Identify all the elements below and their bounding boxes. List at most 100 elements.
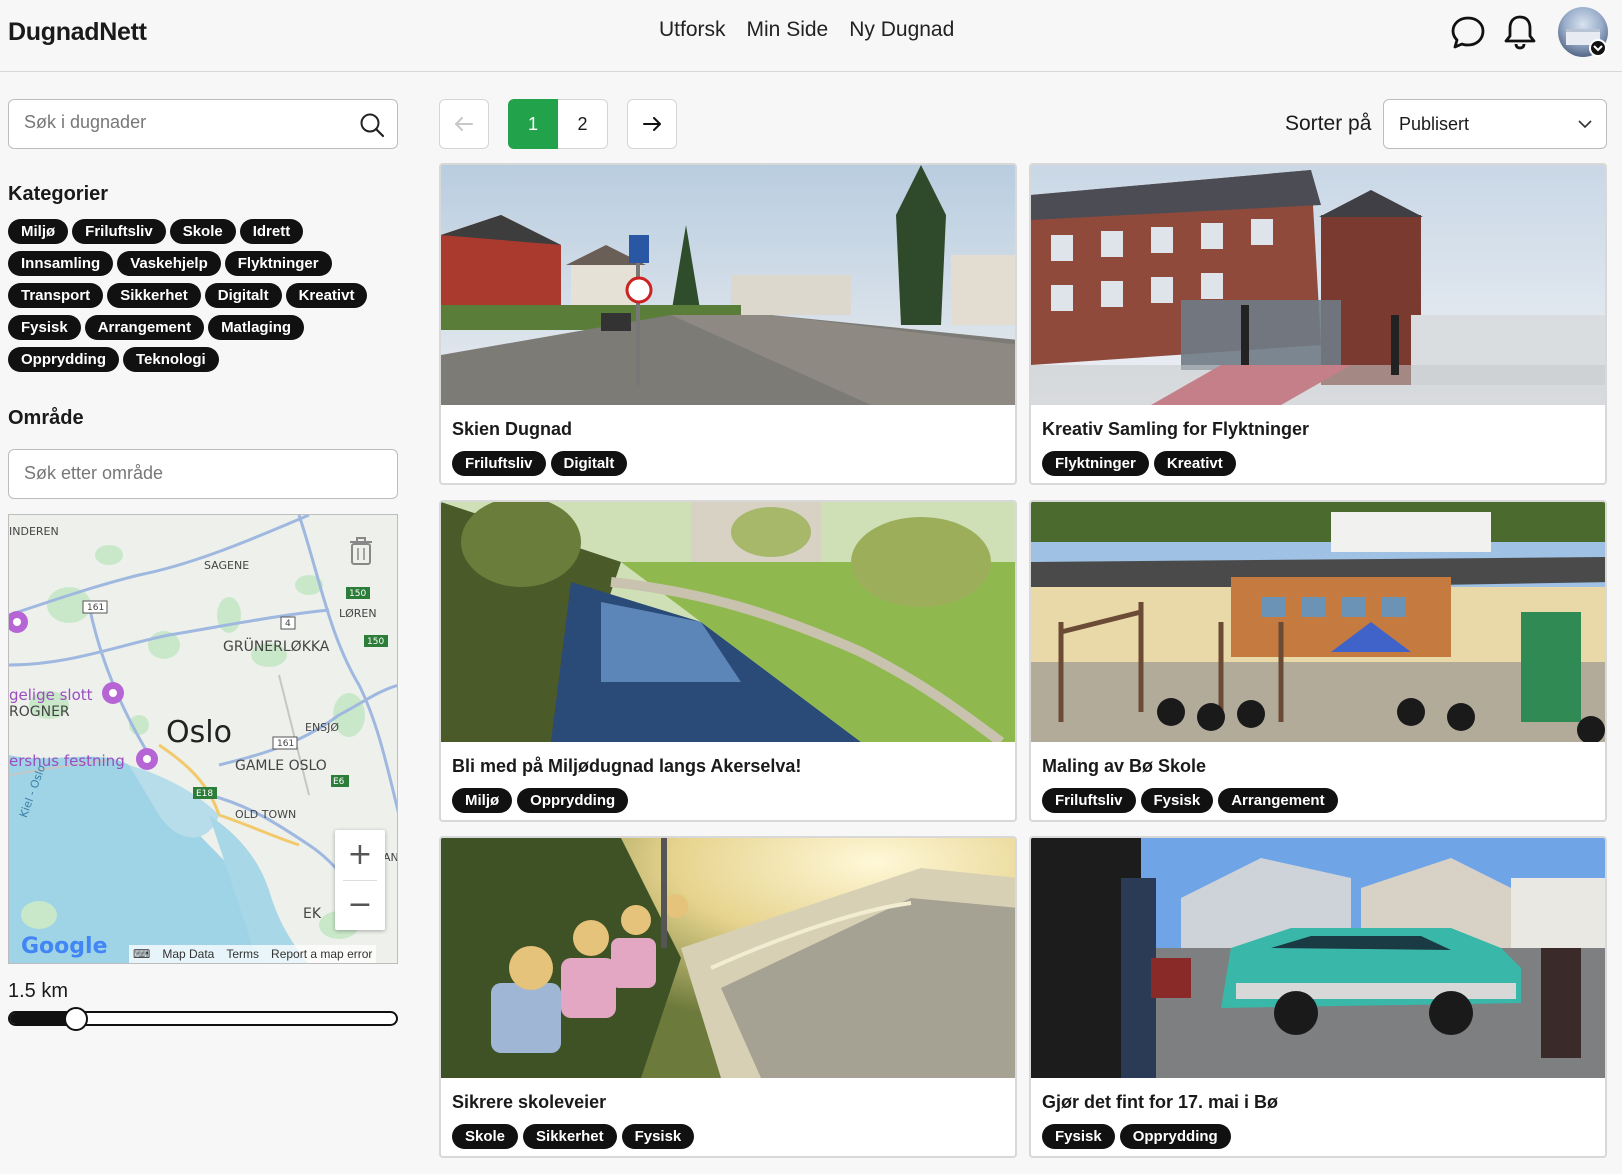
card-tags: Fysisk Opprydding	[1042, 1124, 1231, 1149]
category-chip-idrett[interactable]: Idrett	[239, 219, 304, 244]
map-label-slott: gelige slott	[9, 686, 93, 704]
card-tag: Friluftsliv	[452, 451, 546, 476]
prev-page-button[interactable]	[439, 99, 489, 149]
card-tag: Opprydding	[1119, 1124, 1231, 1149]
category-chip-opprydding[interactable]: Opprydding	[8, 347, 119, 372]
area-search	[8, 449, 398, 499]
trash-icon[interactable]	[349, 537, 373, 570]
keyboard-icon[interactable]: ⌨	[133, 947, 150, 961]
card-tag: Flyktninger	[1042, 451, 1149, 476]
dugnad-card[interactable]: Bli med på Miljødugnad langs Akerselva! …	[439, 500, 1017, 822]
category-list: Miljø Friluftsliv Skole Idrett Innsamlin…	[8, 219, 403, 372]
card-image	[441, 502, 1015, 742]
map-label-an: AN	[383, 851, 398, 864]
road-shield: 150	[367, 637, 385, 647]
category-chip-miljo[interactable]: Miljø	[8, 219, 69, 244]
card-tags: Miljø Opprydding	[452, 788, 629, 813]
map-label-old-town: OLD TOWN	[235, 808, 297, 821]
chevron-down-icon	[1578, 120, 1592, 129]
area-input[interactable]	[24, 463, 374, 484]
nav-utforsk[interactable]: Utforsk	[659, 18, 726, 42]
map-label-loren: LØREN	[339, 607, 377, 620]
area-heading: Område	[8, 407, 84, 429]
card-tags: Skole Sikkerhet Fysisk	[452, 1124, 695, 1149]
top-header: DugnadNett Utforsk Min Side Ny Dugnad	[0, 0, 1622, 72]
bell-icon[interactable]	[1500, 12, 1540, 52]
category-chip-friluftsliv[interactable]: Friluftsliv	[72, 219, 166, 244]
map-label-ek: EK	[303, 906, 322, 922]
card-tag: Kreativt	[1153, 451, 1236, 476]
map-label-gamle-oslo: GAMLE OSLO	[235, 758, 327, 774]
sort-select-value: Publisert	[1399, 114, 1470, 134]
search-input[interactable]	[24, 112, 344, 133]
dugnad-card[interactable]: Kreativ Samling for Flyktninger Flyktnin…	[1029, 163, 1607, 485]
category-chip-innsamling[interactable]: Innsamling	[8, 251, 114, 276]
zoom-out-button[interactable]: −	[335, 880, 385, 930]
nav-min-side[interactable]: Min Side	[747, 18, 829, 42]
dugnad-card[interactable]: Sikrere skoleveier Skole Sikkerhet Fysis…	[439, 836, 1017, 1158]
map-footer: ⌨ Map Data Terms Report a map error	[129, 945, 377, 963]
map-label-linderen: INDEREN	[9, 525, 59, 538]
card-title: Gjør det fint for 17. mai i Bø	[1042, 1092, 1279, 1112]
map-label-oslo: Oslo	[166, 715, 232, 750]
card-tag: Miljø	[452, 788, 513, 813]
map-terms-link[interactable]: Terms	[226, 947, 259, 961]
brand-logo[interactable]: DugnadNett	[8, 18, 147, 47]
category-chip-matlaging[interactable]: Matlaging	[208, 315, 305, 340]
card-image	[1031, 502, 1605, 742]
card-tags: Friluftsliv Digitalt	[452, 451, 628, 476]
card-image	[441, 165, 1015, 405]
dugnad-card[interactable]: Maling av Bø Skole Friluftsliv Fysisk Ar…	[1029, 500, 1607, 822]
card-title: Kreativ Samling for Flyktninger	[1042, 419, 1310, 439]
card-title: Maling av Bø Skole	[1042, 756, 1207, 776]
sort-select[interactable]: Publisert	[1383, 99, 1607, 149]
category-chip-arrangement[interactable]: Arrangement	[84, 315, 205, 340]
card-image	[1031, 165, 1605, 405]
road-shield: E6	[333, 777, 345, 787]
category-chip-fysisk[interactable]: Fysisk	[8, 315, 81, 340]
dugnad-card[interactable]: Skien Dugnad Friluftsliv Digitalt	[439, 163, 1017, 485]
category-chip-digitalt[interactable]: Digitalt	[204, 283, 282, 308]
card-image	[441, 838, 1015, 1078]
zoom-in-button[interactable]: +	[335, 830, 385, 880]
category-chip-kreativt[interactable]: Kreativt	[285, 283, 368, 308]
dugnad-search	[8, 99, 398, 149]
map-label-ensjo: ENSJØ	[305, 721, 340, 734]
sort-label: Sorter på	[1285, 112, 1372, 135]
card-tag: Sikkerhet	[523, 1124, 617, 1149]
area-map[interactable]: INDEREN SAGENE LØREN GRÜNERLØKKA gelige …	[8, 514, 398, 964]
category-chip-sikkerhet[interactable]: Sikkerhet	[107, 283, 201, 308]
map-label-grunerlokka: GRÜNERLØKKA	[223, 639, 330, 655]
card-image	[1031, 838, 1605, 1078]
map-data-link[interactable]: Map Data	[162, 947, 214, 961]
search-icon[interactable]	[359, 112, 385, 143]
road-shield: E18	[196, 789, 214, 799]
card-tags: Friluftsliv Fysisk Arrangement	[1042, 788, 1338, 813]
category-chip-vaskehjelp[interactable]: Vaskehjelp	[117, 251, 221, 276]
page-button-1[interactable]: 1	[508, 99, 558, 149]
card-tags: Flyktninger Kreativt	[1042, 451, 1236, 476]
google-logo-text: Google	[21, 934, 108, 959]
card-tag: Friluftsliv	[1042, 788, 1136, 813]
road-shield: 150	[349, 589, 367, 599]
next-page-button[interactable]	[627, 99, 677, 149]
category-chip-skole[interactable]: Skole	[169, 219, 236, 244]
card-title: Sikrere skoleveier	[452, 1092, 607, 1112]
dugnad-card[interactable]: Gjør det fint for 17. mai i Bø Fysisk Op…	[1029, 836, 1607, 1158]
map-report-link[interactable]: Report a map error	[271, 947, 372, 961]
page-button-2[interactable]: 2	[558, 99, 608, 149]
card-title: Skien Dugnad	[452, 419, 573, 439]
nav-ny-dugnad[interactable]: Ny Dugnad	[849, 18, 954, 42]
road-shield: 161	[277, 739, 295, 749]
card-title: Bli med på Miljødugnad langs Akerselva!	[452, 756, 802, 776]
chevron-down-icon[interactable]	[1589, 39, 1607, 57]
category-chip-teknologi[interactable]: Teknologi	[123, 347, 219, 372]
distance-slider[interactable]	[8, 1007, 398, 1031]
card-tag: Fysisk	[1140, 788, 1214, 813]
main-nav: Utforsk Min Side Ny Dugnad	[659, 18, 954, 42]
card-tag: Skole	[452, 1124, 519, 1149]
category-chip-transport[interactable]: Transport	[8, 283, 104, 308]
slider-thumb[interactable]	[63, 1007, 88, 1031]
chat-icon[interactable]	[1448, 12, 1488, 52]
category-chip-flyktninger[interactable]: Flyktninger	[224, 251, 332, 276]
